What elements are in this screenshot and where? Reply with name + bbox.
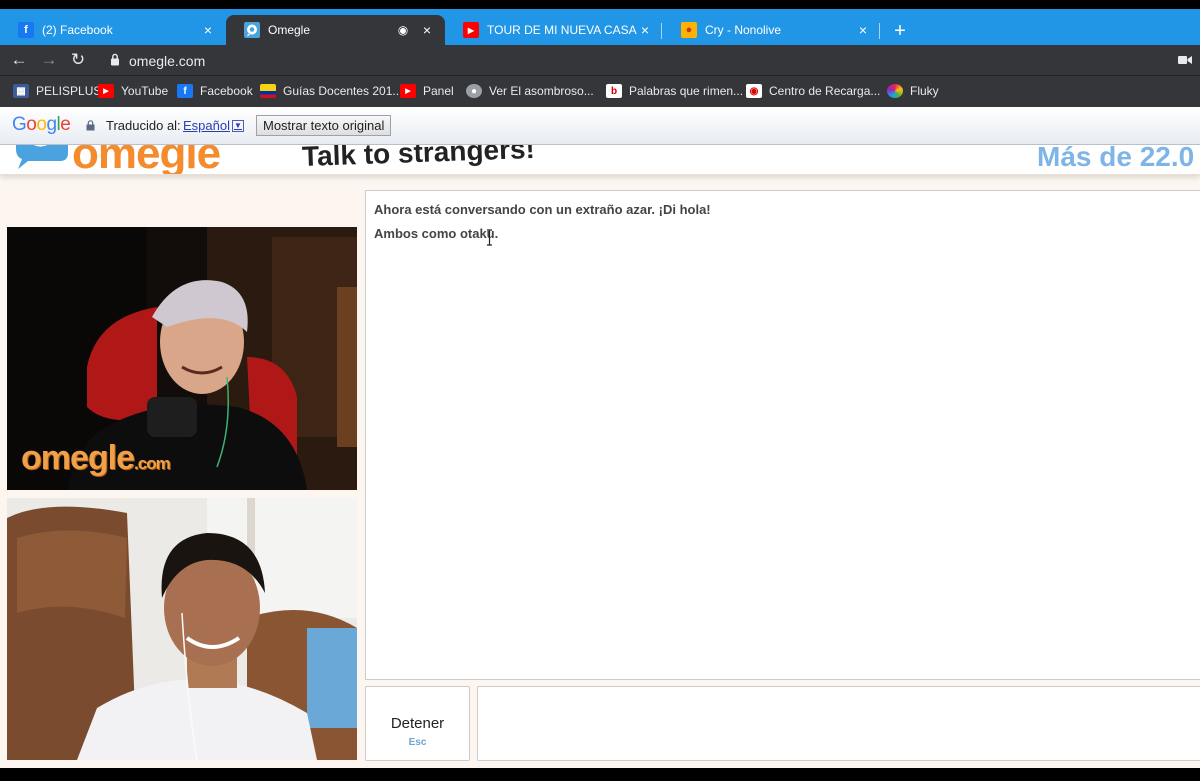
bookmark-label: Ver El asombroso... xyxy=(489,84,594,98)
tab-strip: f (2) Facebook × Omegle ◉ × ▶ TOUR DE MI… xyxy=(0,9,1200,45)
tab-separator xyxy=(879,23,880,39)
watermark-suffix: .com xyxy=(134,454,171,473)
bookmark-label: PELISPLUS xyxy=(36,84,102,98)
bookmark-panel[interactable]: ▶ Panel xyxy=(400,84,454,98)
tab-youtube[interactable]: ▶ TOUR DE MI NUEVA CASA (de no × xyxy=(445,15,663,45)
bookmark-label: YouTube xyxy=(121,84,169,98)
bookmark-label: Guías Docentes 201... xyxy=(283,84,403,98)
penguin-icon: ● xyxy=(466,84,482,98)
close-icon[interactable]: × xyxy=(419,22,435,38)
translated-to-label: Traducido al: xyxy=(106,118,181,133)
bookmark-facebook[interactable]: f Facebook xyxy=(177,84,253,98)
dropdown-arrow-icon[interactable]: ▼ xyxy=(231,119,244,132)
bookmark-youtube[interactable]: ▶ YouTube xyxy=(98,84,168,98)
back-arrow-icon[interactable]: ← xyxy=(8,49,30,71)
omegle-watermark: omegle.com xyxy=(21,439,171,478)
tab-facebook[interactable]: f (2) Facebook × xyxy=(0,15,226,45)
self-video xyxy=(7,498,357,760)
forward-arrow-icon[interactable]: → xyxy=(38,49,60,71)
youtube-icon: ▶ xyxy=(400,84,416,98)
bookmark-fluky[interactable]: Fluky xyxy=(887,84,939,98)
stranger-video: omegle.com xyxy=(7,227,357,490)
flag-icon xyxy=(260,84,276,98)
omegle-page: omegle Talk to strangers! Más de 22.0 om… xyxy=(0,145,1200,768)
text-cursor-icon xyxy=(487,229,492,246)
tagline: Talk to strangers! xyxy=(301,145,536,173)
language-value: Español xyxy=(183,118,230,133)
bookmark-label: Palabras que rimen... xyxy=(629,84,744,98)
browser-toolbar: ← → ↻ omegle.com xyxy=(0,45,1200,75)
bookmark-label: Centro de Recarga... xyxy=(769,84,881,98)
show-original-button[interactable]: Mostrar texto original xyxy=(256,115,392,136)
stop-shortcut: Esc xyxy=(408,737,427,748)
close-icon[interactable]: × xyxy=(200,22,216,38)
document-icon: b xyxy=(606,84,622,98)
url-field[interactable]: omegle.com xyxy=(129,53,205,69)
status-message: Ahora está conversando con un extraño az… xyxy=(374,202,711,217)
tab-omegle[interactable]: Omegle ◉ × xyxy=(226,15,445,45)
lock-icon xyxy=(86,120,95,131)
bookmark-ver[interactable]: ● Ver El asombroso... xyxy=(466,84,594,98)
pelisplus-icon: ▦ xyxy=(13,84,29,98)
lock-icon[interactable] xyxy=(110,53,120,66)
nonolive-icon: ● xyxy=(681,22,697,38)
tab-title: Omegle xyxy=(268,23,311,37)
bookmark-palabras[interactable]: b Palabras que rimen... xyxy=(606,84,743,98)
youtube-icon: ▶ xyxy=(463,22,479,38)
screen-bottom-edge xyxy=(0,768,1200,781)
close-icon[interactable]: × xyxy=(855,22,871,38)
google-logo: Google xyxy=(12,114,71,135)
close-icon[interactable]: × xyxy=(637,22,653,38)
language-select[interactable]: Español ▼ xyxy=(183,118,244,133)
new-tab-button[interactable]: + xyxy=(889,21,911,43)
self-video-frame xyxy=(7,498,357,760)
interest-message: Ambos como otaku. xyxy=(374,226,499,241)
chat-input[interactable] xyxy=(477,686,1200,761)
tab-nonolive[interactable]: ● Cry - Nonolive × xyxy=(663,15,881,45)
fluky-icon xyxy=(887,84,903,98)
camera-icon[interactable] xyxy=(1178,55,1192,65)
tab-title: Cry - Nonolive xyxy=(705,23,782,37)
bookmark-label: Panel xyxy=(423,84,454,98)
bookmark-guias[interactable]: Guías Docentes 201... xyxy=(260,84,402,98)
screen-top-edge xyxy=(0,0,1200,9)
stop-label: Detener xyxy=(390,715,445,732)
reload-icon[interactable]: ↻ xyxy=(67,49,89,71)
omegle-icon xyxy=(244,22,260,38)
recording-icon: ◉ xyxy=(397,23,409,37)
tab-separator xyxy=(661,23,662,39)
translate-bar: Google Traducido al: Español ▼ Mostrar t… xyxy=(0,107,1200,145)
bookmarks-bar: ▦ PELISPLUS ▶ YouTube f Facebook Guías D… xyxy=(0,75,1200,107)
omegle-logo[interactable]: omegle xyxy=(72,145,221,174)
tab-title: (2) Facebook xyxy=(42,23,113,37)
chat-log: Ahora está conversando con un extraño az… xyxy=(365,190,1200,680)
tab-title: TOUR DE MI NUEVA CASA (de no xyxy=(487,23,637,37)
bookmark-pelisplus[interactable]: ▦ PELISPLUS xyxy=(13,84,101,98)
bookmark-recarga[interactable]: ◉ Centro de Recarga... xyxy=(746,84,880,98)
watermark-text: omegle xyxy=(21,439,135,477)
recarga-icon: ◉ xyxy=(746,84,762,98)
facebook-icon: f xyxy=(18,22,34,38)
bookmark-label: Facebook xyxy=(200,84,253,98)
omegle-logo-icon xyxy=(16,145,68,169)
bookmark-label: Fluky xyxy=(910,84,939,98)
youtube-icon: ▶ xyxy=(98,84,114,98)
stop-button[interactable]: Detener Esc xyxy=(365,686,470,761)
online-count: Más de 22.0 xyxy=(1037,145,1195,172)
omegle-header: omegle Talk to strangers! Más de 22.0 xyxy=(0,145,1200,175)
facebook-icon: f xyxy=(177,84,193,98)
